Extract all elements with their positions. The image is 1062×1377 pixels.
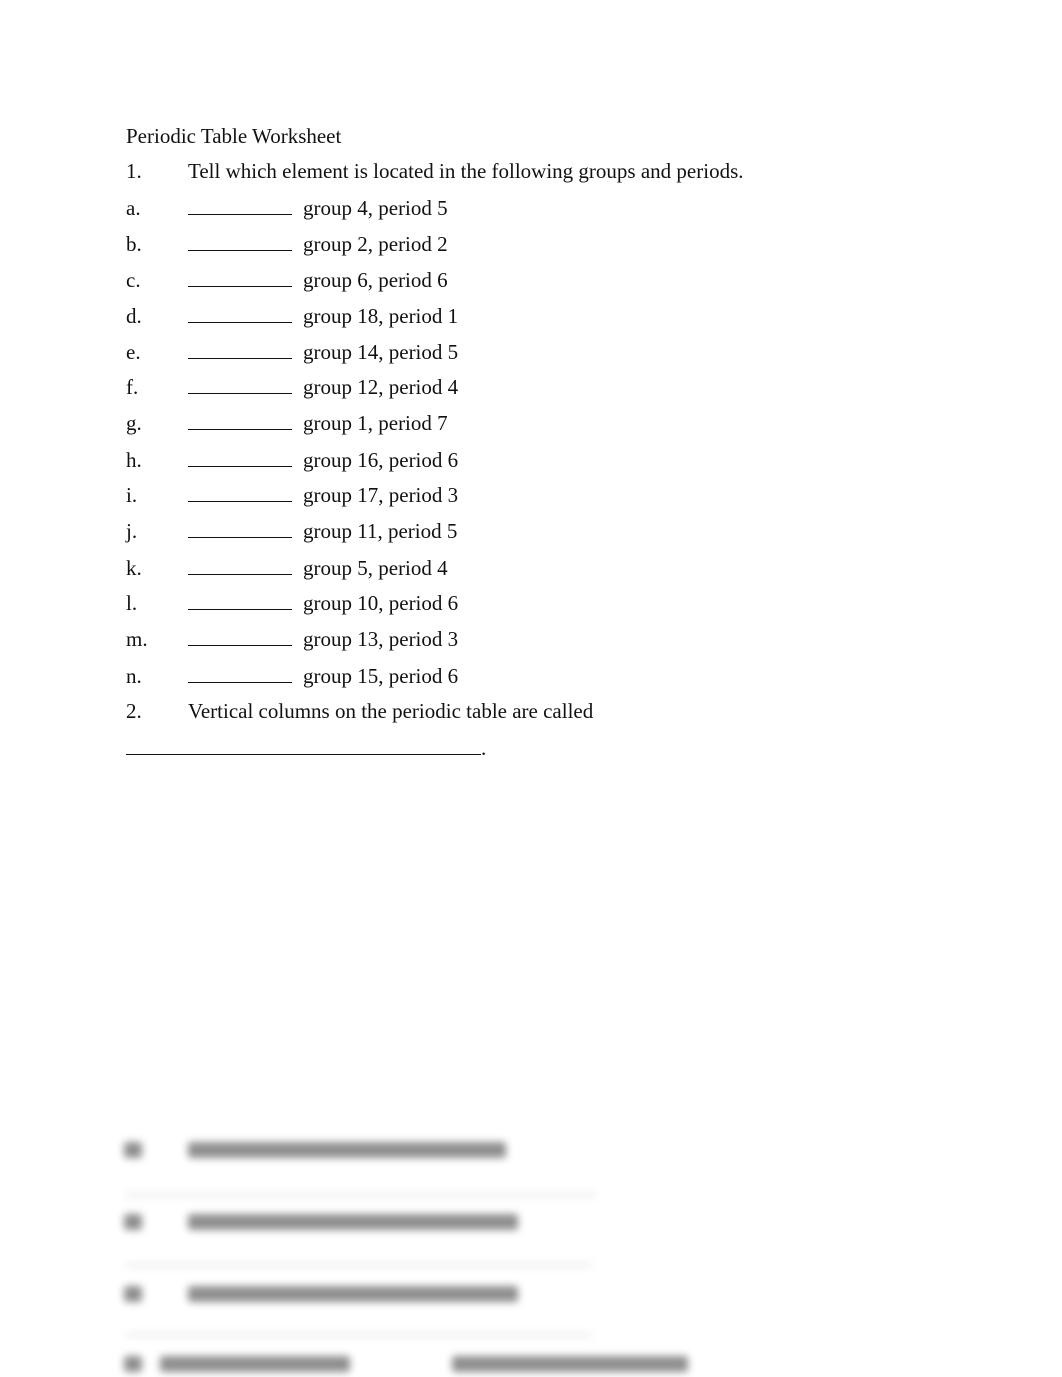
item-label: d. [126,304,142,328]
item-text: group 16, period 6 [303,448,459,472]
question-number: 1. [126,159,142,183]
answer-blank[interactable] [188,664,292,683]
item-text: group 4, period 5 [303,196,448,220]
item-label: f. [126,375,139,399]
end-punctuation: . [481,736,487,760]
list-item: h. group 16, period 6 [0,448,1062,472]
answer-blank[interactable] [188,340,292,359]
list-item: e. group 14, period 5 [0,340,1062,364]
answer-blank[interactable] [188,411,292,430]
answer-blank[interactable] [188,375,292,394]
list-item: a. group 4, period 5 [0,196,1062,220]
question-number: 2. [126,699,142,723]
list-item: c. group 6, period 6 [0,268,1062,292]
list-item: j. group 11, period 5 [0,519,1062,543]
item-label: l. [126,591,138,615]
answer-blank[interactable] [188,196,292,215]
list-item: b. group 2, period 2 [0,232,1062,256]
item-label: n. [126,664,142,688]
question-2-answer[interactable]: . [126,736,486,760]
question-2: 2. Vertical columns on the periodic tabl… [0,699,1062,723]
blurred-preview-region [0,1120,1062,1377]
list-item: k. group 5, period 4 [0,556,1062,580]
item-text: group 11, period 5 [303,519,458,543]
answer-blank[interactable] [188,627,292,646]
question-1: 1. Tell which element is located in the … [0,159,1062,183]
list-item: m. group 13, period 3 [0,627,1062,651]
answer-blank[interactable] [188,556,292,575]
question-prompt: Tell which element is located in the fol… [188,159,744,183]
list-item: f. group 12, period 4 [0,375,1062,399]
item-text: group 15, period 6 [303,664,459,688]
list-item: i. group 17, period 3 [0,483,1062,507]
item-text: group 12, period 4 [303,375,459,399]
item-text: group 1, period 7 [303,411,448,435]
item-text: group 18, period 1 [303,304,459,328]
answer-blank[interactable] [126,736,481,755]
worksheet-title: Periodic Table Worksheet [126,124,342,148]
item-text: group 10, period 6 [303,591,459,615]
answer-blank[interactable] [188,268,292,287]
list-item: d. group 18, period 1 [0,304,1062,328]
answer-blank[interactable] [188,519,292,538]
item-label: a. [126,196,141,220]
question-prompt: Vertical columns on the periodic table a… [188,699,594,723]
item-text: group 5, period 4 [303,556,448,580]
answer-blank[interactable] [188,591,292,610]
item-text: group 2, period 2 [303,232,448,256]
list-item: l. group 10, period 6 [0,591,1062,615]
item-label: m. [126,627,148,651]
answer-blank[interactable] [188,483,292,502]
answer-blank[interactable] [188,232,292,251]
item-text: group 13, period 3 [303,627,459,651]
item-label: c. [126,268,141,292]
item-label: e. [126,340,141,364]
item-label: j. [126,519,138,543]
item-label: k. [126,556,142,580]
list-item: g. group 1, period 7 [0,411,1062,435]
item-label: b. [126,232,142,256]
answer-blank[interactable] [188,448,292,467]
item-text: group 17, period 3 [303,483,459,507]
answer-blank[interactable] [188,304,292,323]
item-text: group 6, period 6 [303,268,448,292]
item-label: i. [126,483,138,507]
item-label: h. [126,448,142,472]
item-label: g. [126,411,142,435]
item-text: group 14, period 5 [303,340,459,364]
list-item: n. group 15, period 6 [0,664,1062,688]
